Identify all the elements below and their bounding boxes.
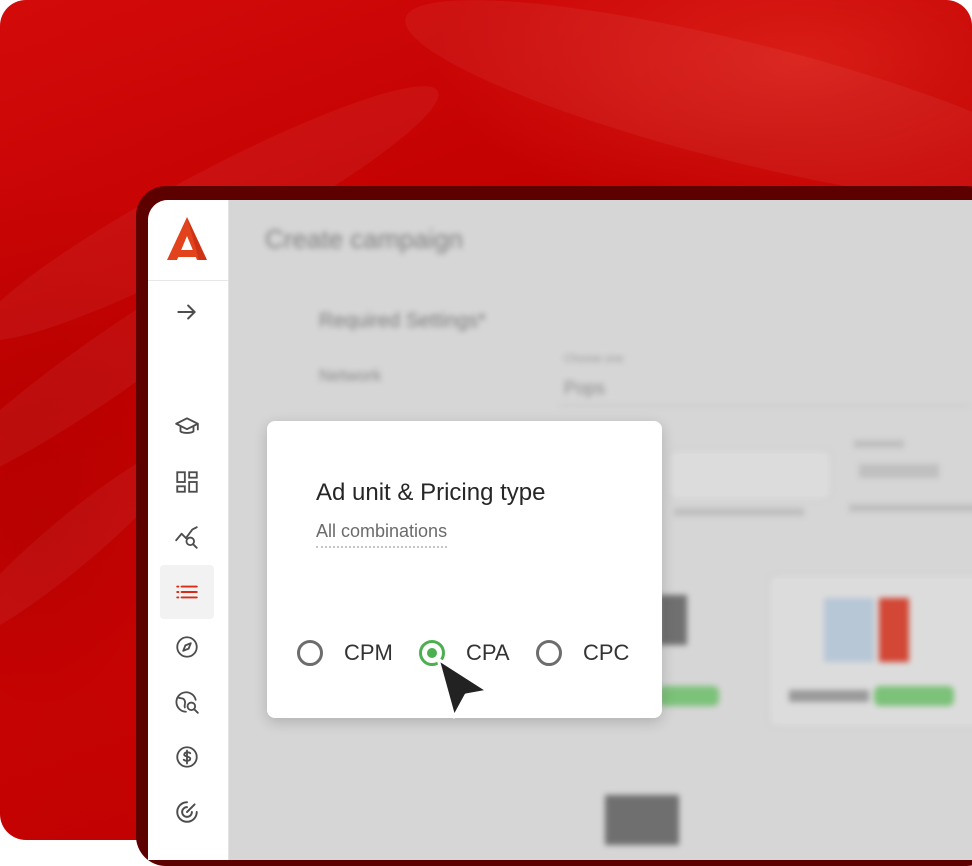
radio-button[interactable] (297, 640, 323, 666)
divider (148, 280, 228, 281)
radio-cpc[interactable]: CPC (536, 636, 629, 670)
dashboard-icon (176, 471, 198, 493)
arrow-right-icon (177, 304, 196, 320)
sidebar-item-dashboard[interactable] (160, 455, 214, 509)
select-field (669, 450, 831, 500)
analytics-search-icon (175, 526, 198, 549)
section-title: Required Settings* (319, 310, 486, 332)
sidebar-item-explore[interactable] (160, 620, 214, 674)
divider (559, 405, 969, 406)
list-icon (176, 585, 198, 599)
network-field-label: Choose one (564, 353, 624, 365)
sidebar-item-campaigns[interactable] (160, 565, 214, 619)
page-title: Create campaign (265, 224, 463, 254)
graduation-cap-icon (175, 417, 199, 434)
radio-cpm[interactable]: CPM (297, 636, 393, 670)
dollar-icon (176, 746, 198, 768)
network-field-value: Pops (564, 378, 606, 398)
combinations-link[interactable]: All combinations (316, 521, 448, 548)
globe-search-icon (175, 691, 199, 714)
mouse-cursor-icon (436, 657, 490, 719)
radio-label: CPM (344, 640, 393, 665)
radio-button[interactable] (536, 640, 562, 666)
compass-icon (176, 636, 198, 658)
sidebar-item-global-search[interactable] (160, 675, 214, 729)
arrow-logo (167, 217, 207, 260)
expand-sidebar-button[interactable] (160, 285, 214, 339)
target-icon (176, 801, 198, 823)
sidebar-item-billing[interactable] (160, 730, 214, 784)
sidebar (148, 200, 229, 860)
sidebar-item-learning[interactable] (160, 400, 214, 454)
network-label: Network (319, 366, 382, 385)
sidebar-item-analytics[interactable] (160, 510, 214, 564)
popup-title: Ad unit & Pricing type (316, 479, 546, 506)
radio-label: CPC (583, 640, 630, 665)
sidebar-item-targeting[interactable] (160, 785, 214, 839)
